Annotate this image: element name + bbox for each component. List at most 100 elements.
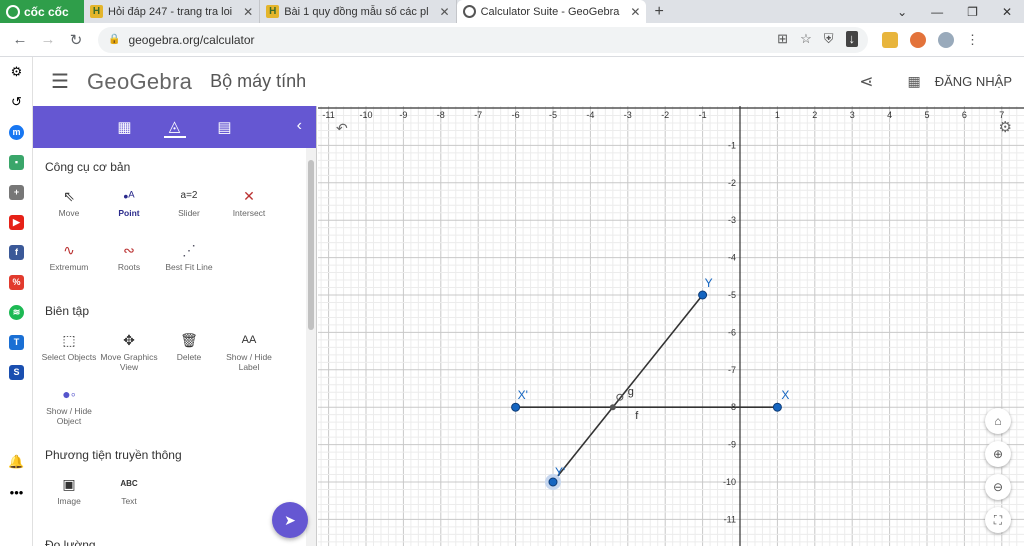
x-tick-label: -3 <box>624 110 632 120</box>
settings-icon[interactable]: ⚙ <box>0 57 33 87</box>
add-icon[interactable]: + <box>0 177 33 207</box>
new-tab-button[interactable]: + <box>646 0 671 23</box>
table-tab-icon[interactable]: ▤ <box>214 116 236 138</box>
zoom-in-button[interactable]: ⊕ <box>985 441 1011 467</box>
apps-grid-icon[interactable]: ▦ <box>907 73 920 90</box>
sale-icon[interactable]: % <box>0 267 33 297</box>
tool-slider[interactable]: a=2 Slider <box>159 184 219 238</box>
point-icon: •ᴬ <box>123 188 135 204</box>
fullscreen-button[interactable]: ⛶ <box>985 507 1011 533</box>
geogebra-logo: GeoGebra <box>87 68 193 94</box>
extension-icon[interactable] <box>882 31 898 48</box>
axes <box>318 106 1024 546</box>
share-icon[interactable]: ⋖ <box>859 72 873 92</box>
close-tab-icon[interactable]: ✕ <box>630 5 640 19</box>
panel-tabs: ▦ ◬ ▤ ‹ <box>33 106 316 148</box>
y-tick-label: -5 <box>728 290 736 300</box>
messenger-icon[interactable]: m <box>0 117 33 147</box>
x-tick-label: -7 <box>474 110 482 120</box>
tiki-icon[interactable]: T <box>0 327 33 357</box>
kebab-menu-icon[interactable]: ⋮ <box>966 32 979 48</box>
tool-move[interactable]: ⇖ Move <box>39 184 99 238</box>
lock-icon: 🔒 <box>108 34 121 45</box>
roots-icon: ∾ <box>123 242 135 258</box>
download-icon[interactable]: ↓ <box>845 30 858 47</box>
collapse-panel-icon[interactable]: ‹ <box>297 117 302 135</box>
x-tick-label: -11 <box>322 110 334 120</box>
tool-move-graphics[interactable]: ✥ Move Graphics View <box>99 328 159 382</box>
app-title: Bộ máy tính <box>210 71 307 91</box>
geogebra-favicon-icon <box>462 5 476 18</box>
more-icon[interactable]: ••• <box>0 477 33 507</box>
close-tab-icon[interactable]: ✕ <box>440 5 450 19</box>
tab-title: Hỏi đáp 247 - trang tra loi <box>108 5 233 18</box>
tool-roots[interactable]: ∾ Roots <box>99 238 159 292</box>
reload-icon[interactable]: ↻ <box>62 31 90 49</box>
graphics-view[interactable]: -11 -10 -9 -8 -7 -6 -5 -4 -3 -2 -1 1 2 3 4 5 6 7 -1 -2 -3 -4-… <box>318 106 1024 546</box>
graph-canvas[interactable]: -11 -10 -9 -8 -7 -6 -5 -4 -3 -2 -1 1 2 3 4 5 6 7-1-2-3-4-… <box>318 106 1024 546</box>
minimize-icon[interactable]: — <box>931 5 943 19</box>
tab-hoidap[interactable]: H Hỏi đáp 247 - trang tra loi ✕ <box>84 0 261 23</box>
tool-fab-button[interactable]: ➤ <box>272 502 308 538</box>
y-tick-label: -9 <box>728 440 736 450</box>
coccoc-logo-icon <box>6 4 20 19</box>
login-button[interactable]: ĐĂNG NHẬP <box>935 74 1012 89</box>
x-tick-label: 6 <box>962 110 967 120</box>
x-tick-label: -1 <box>699 110 707 120</box>
tool-image[interactable]: ▣ Image <box>39 472 99 526</box>
zoom-out-button[interactable]: ⊖ <box>985 474 1011 500</box>
point <box>772 402 782 412</box>
tool-select-objects[interactable]: ⬚ Select Objects <box>39 328 99 382</box>
bookmark-star-icon[interactable]: ☆ <box>800 31 812 47</box>
hamburger-menu-icon[interactable]: ☰ <box>33 69 87 94</box>
back-icon[interactable]: ← <box>6 31 34 48</box>
tool-point[interactable]: •ᴬ Point <box>99 184 159 238</box>
tool-show-hide-object[interactable]: ●◦ Show / Hide Object <box>39 382 99 436</box>
restore-icon[interactable]: ❐ <box>967 5 978 19</box>
tool-best-fit[interactable]: ⋰ Best Fit Line <box>159 238 219 292</box>
x-tick-label: 5 <box>924 110 929 120</box>
spotify-icon[interactable]: ≋ <box>0 297 33 327</box>
panel-scrollbar[interactable] <box>306 148 316 546</box>
edit-tools: ⬚ Select Objects ✥ Move Graphics View 🗑 Del… <box>33 328 316 436</box>
history-icon[interactable]: ↺ <box>0 87 33 117</box>
graphics-settings-icon[interactable]: ⚙ <box>999 118 1012 136</box>
bell-icon[interactable]: 🔔 <box>0 447 33 477</box>
trash-icon: 🗑 <box>180 332 198 348</box>
tool-text[interactable]: ABC Text <box>99 472 159 526</box>
undo-icon[interactable]: ↶ <box>336 120 348 137</box>
youtube-icon[interactable]: ▶ <box>0 207 33 237</box>
scroll-thumb[interactable] <box>308 160 314 330</box>
forward-icon[interactable]: → <box>34 31 62 48</box>
tab-search-icon[interactable]: ⌄ <box>897 5 907 19</box>
calculator-tab-icon[interactable]: ▦ <box>114 116 136 138</box>
browser-brand[interactable]: cốc cốc <box>0 0 84 23</box>
shield-icon[interactable]: ⛨ <box>824 31 834 47</box>
tool-intersect[interactable]: ✕ Intersect <box>219 184 279 238</box>
close-window-icon[interactable]: ✕ <box>1002 5 1012 19</box>
y-tick-label: -2 <box>728 178 736 188</box>
translate-icon[interactable]: ⊞ <box>777 31 788 47</box>
profile-avatar-icon[interactable] <box>938 31 954 48</box>
tab-geogebra[interactable]: Calculator Suite - GeoGebra ✕ <box>456 0 647 23</box>
tools-tab-icon[interactable]: ◬ <box>163 116 186 138</box>
x-tick-label: -9 <box>399 110 407 120</box>
tab-bai1[interactable]: H Bài 1 quy đồng mẫu số các pl ✕ <box>260 0 457 23</box>
favicon-h-icon: H <box>90 5 103 18</box>
x-tick-label: -5 <box>549 110 557 120</box>
tool-extremum[interactable]: ∿ Extremum <box>39 238 99 292</box>
home-view-button[interactable]: ⌂ <box>985 408 1011 434</box>
gamepad-icon[interactable]: ▪ <box>0 147 33 177</box>
tool-delete[interactable]: 🗑 Delete <box>159 328 219 382</box>
close-tab-icon[interactable]: ✕ <box>243 5 253 19</box>
basic-tools: ⇖ Move •ᴬ Point a=2 Slider ✕ Intersect ∿ Extr… <box>33 184 316 292</box>
y-tick-label: -4 <box>728 253 736 263</box>
x-tick-label: -2 <box>661 110 669 120</box>
shop-icon[interactable]: S <box>0 357 33 387</box>
facebook-icon[interactable]: f <box>0 237 33 267</box>
extension-icon[interactable] <box>910 31 926 48</box>
url-input[interactable]: 🔒 geogebra.org/calculator ⊞ ☆ ⛨ ↓ <box>98 26 868 53</box>
x-tick-label: -6 <box>512 110 520 120</box>
tool-show-hide-label[interactable]: AA Show / Hide Label <box>219 328 279 382</box>
